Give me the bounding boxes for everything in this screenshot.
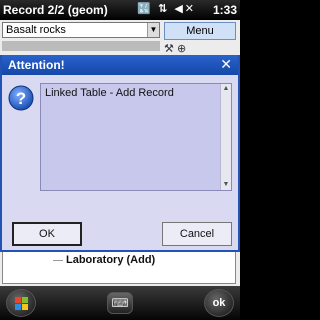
tree-item[interactable]: Laboratory (Add) bbox=[53, 254, 155, 266]
softkey-bar: ⌨ ok bbox=[0, 286, 240, 320]
tree-connector bbox=[53, 259, 63, 261]
clock[interactable]: 1:33 bbox=[213, 3, 237, 17]
chevron-down-icon[interactable]: ▼ bbox=[147, 23, 159, 37]
message-scrollbar[interactable]: ▲ ▼ bbox=[220, 84, 231, 190]
tree-item-label: Laboratory (Add) bbox=[66, 254, 156, 266]
tool-icon[interactable]: ⚒ bbox=[164, 43, 174, 55]
cancel-button[interactable]: Cancel bbox=[162, 222, 232, 246]
question-icon: ? bbox=[8, 85, 34, 111]
message-text: Linked Table - Add Record bbox=[45, 87, 174, 99]
start-button[interactable] bbox=[6, 289, 36, 317]
rock-type-value: Basalt rocks bbox=[6, 24, 66, 36]
toolbar-icons[interactable]: ⚒ ⊕ bbox=[164, 42, 236, 56]
message-box[interactable]: Linked Table - Add Record ▲ ▼ bbox=[40, 83, 232, 191]
dialog-title: Attention! bbox=[8, 58, 65, 72]
close-icon[interactable]: ✕ bbox=[220, 56, 232, 73]
svg-text:?: ? bbox=[16, 89, 26, 108]
keyboard-icon[interactable]: ⌨ bbox=[107, 292, 133, 314]
target-icon[interactable]: ⊕ bbox=[177, 43, 186, 55]
attention-dialog: Attention! ✕ ? Linked Table - Add Record… bbox=[0, 55, 240, 252]
scroll-down-icon[interactable]: ▼ bbox=[221, 180, 231, 190]
menu-button[interactable]: Menu bbox=[164, 22, 236, 40]
tab-strip[interactable] bbox=[2, 41, 160, 51]
window-title: Record 2/2 (geom) bbox=[3, 3, 108, 17]
scroll-up-icon[interactable]: ▲ bbox=[221, 84, 231, 94]
rock-type-select[interactable]: Basalt rocks ▼ bbox=[2, 22, 160, 38]
status-icons[interactable]: 🔣 ⇅ ◀✕ bbox=[137, 2, 196, 15]
ok-button[interactable]: OK bbox=[12, 222, 82, 246]
status-bar: Record 2/2 (geom) 🔣 ⇅ ◀✕ 1:33 bbox=[0, 0, 240, 20]
dialog-titlebar: Attention! ✕ bbox=[2, 55, 238, 75]
windows-logo-icon bbox=[15, 297, 29, 311]
softkey-ok-button[interactable]: ok bbox=[204, 289, 234, 317]
